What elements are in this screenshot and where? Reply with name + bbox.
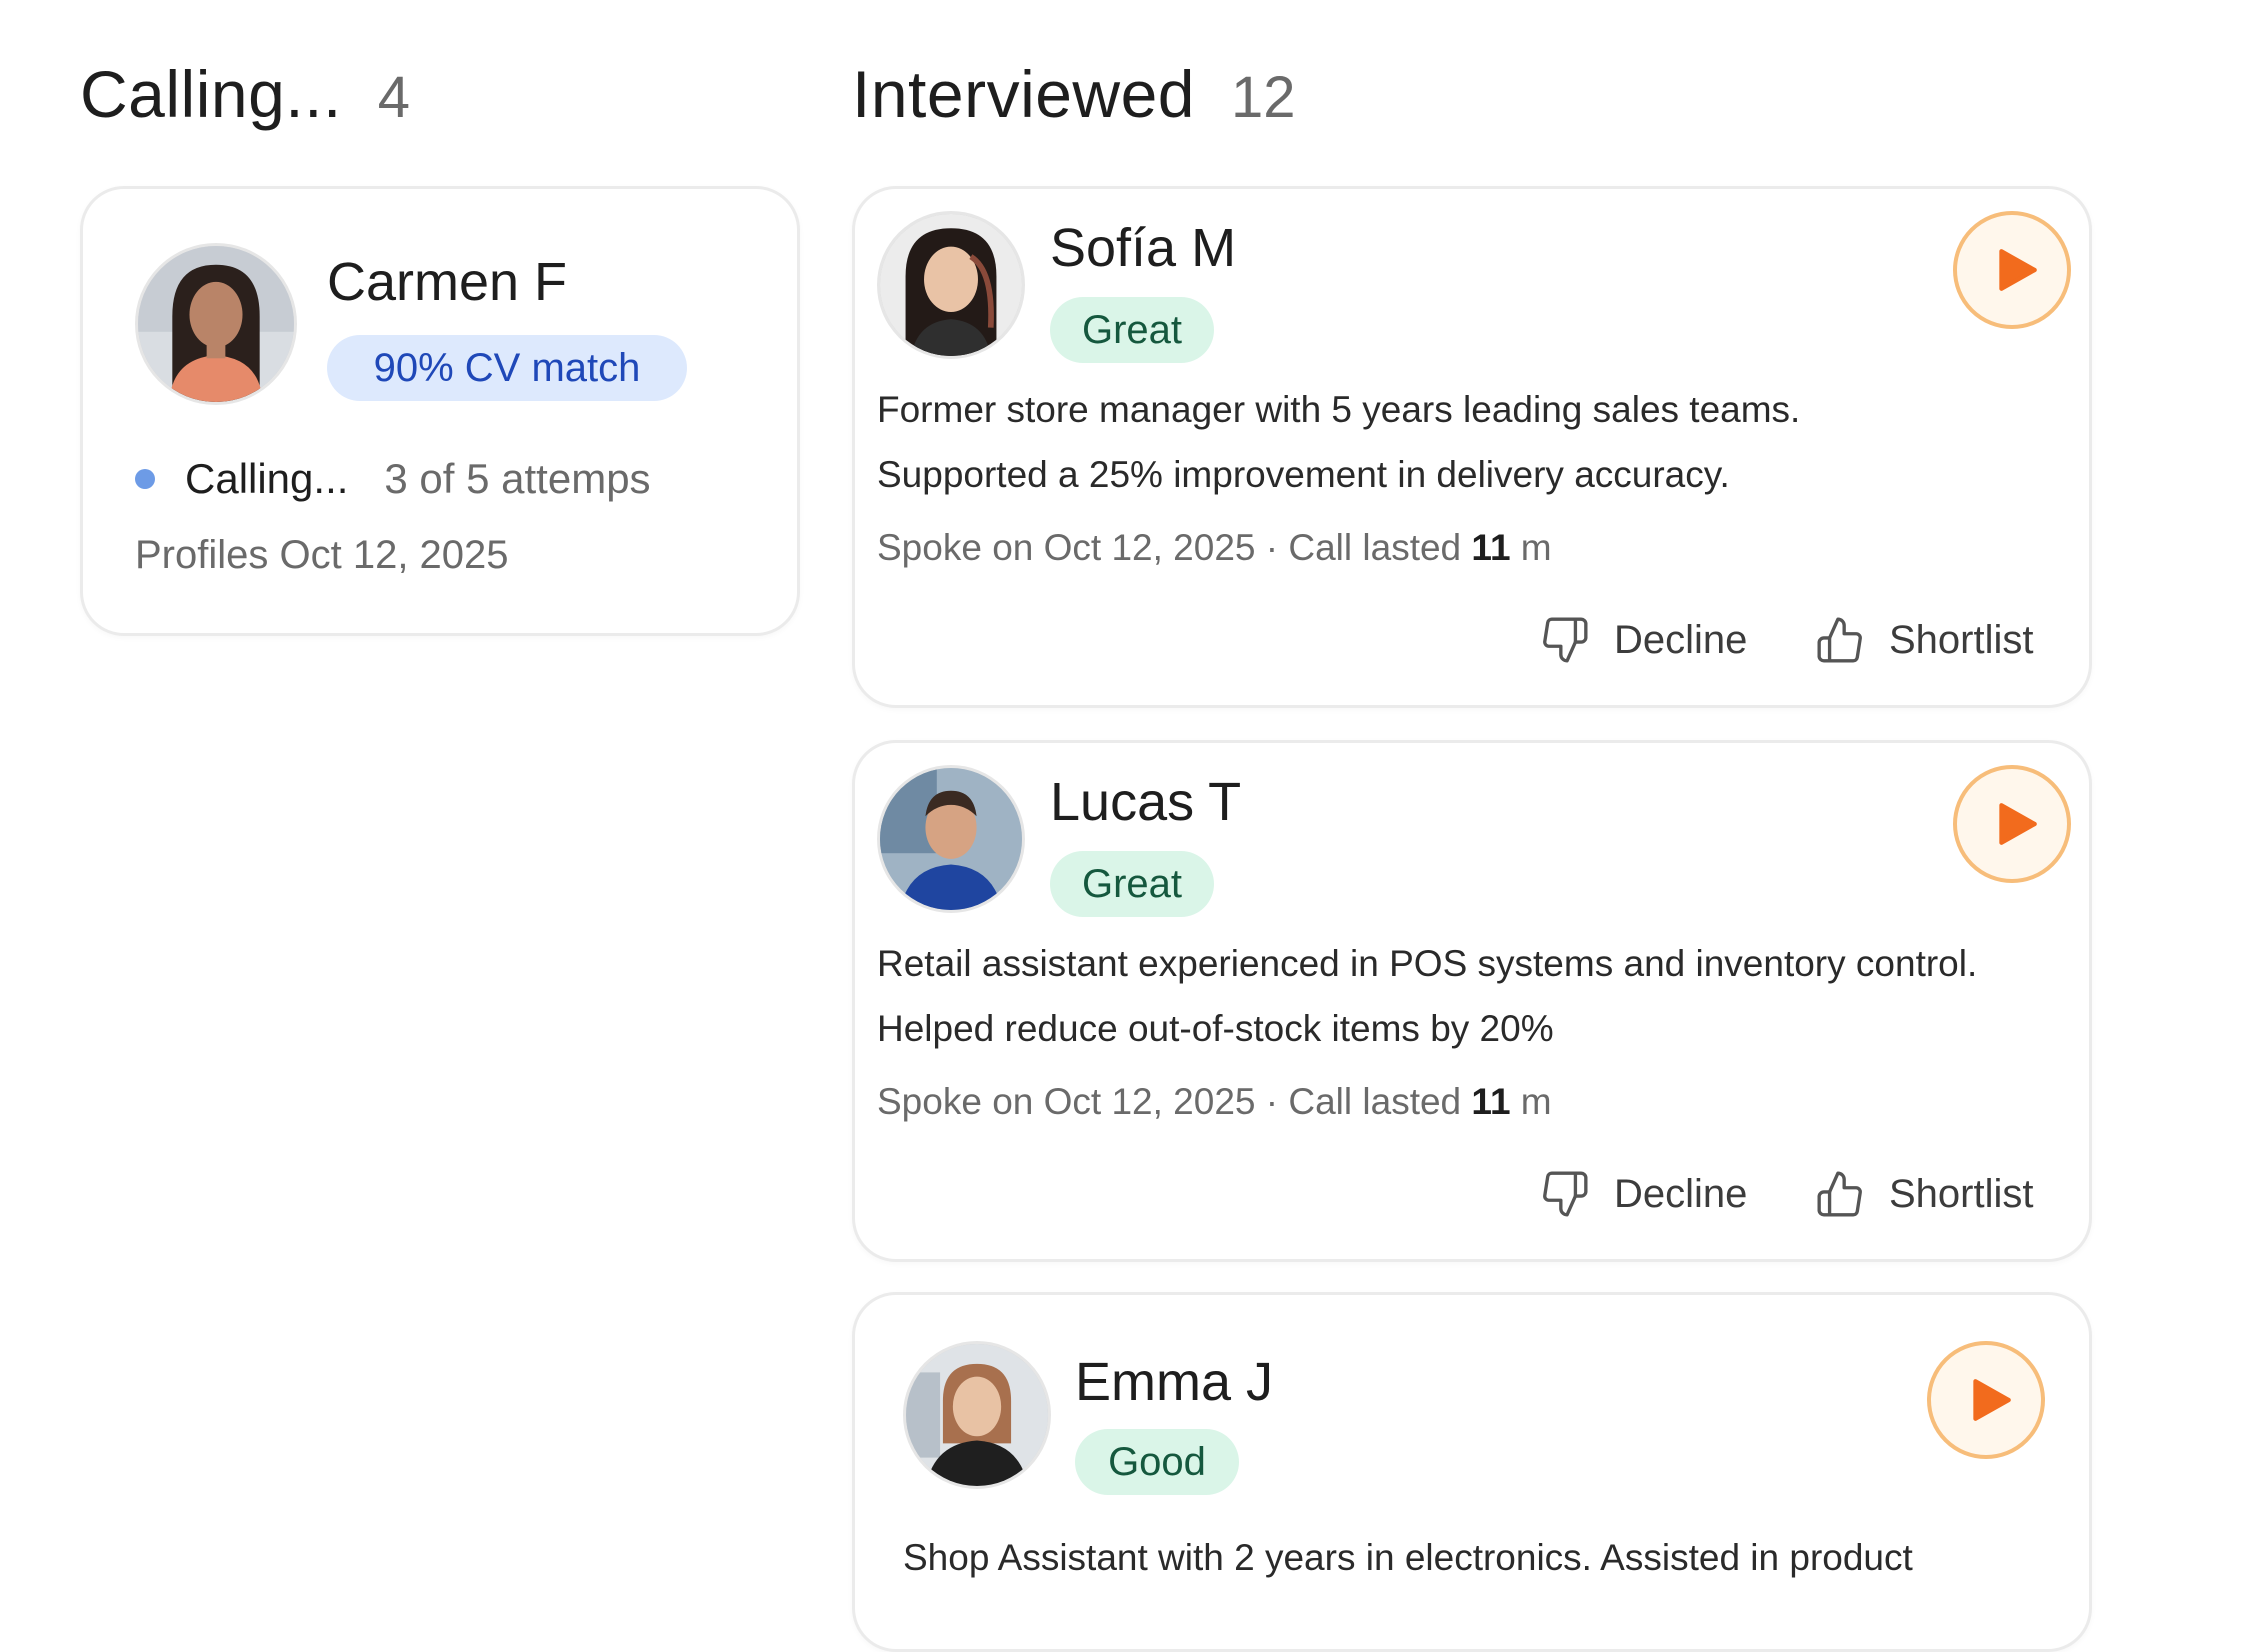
candidate-name: Emma J <box>1075 1352 1274 1412</box>
thumbs-down-icon <box>1540 1169 1590 1219</box>
calling-column-header: Calling... 4 <box>80 56 410 132</box>
shortlist-button[interactable]: Shortlist <box>1815 615 2034 665</box>
attempts-count: 3 of 5 attemps <box>384 455 651 502</box>
candidate-avatar <box>135 243 297 405</box>
status-dot-icon <box>135 469 155 489</box>
summary-line: Former store manager with 5 years leadin… <box>877 389 1801 430</box>
decline-label: Decline <box>1614 1171 1748 1216</box>
candidate-summary: Shop Assistant with 2 years in electroni… <box>903 1525 1913 1590</box>
summary-line: Supported a 25% improvement in delivery … <box>877 454 1730 495</box>
avatar-man-blue-polo-icon <box>880 768 1022 910</box>
interviewed-column-title: Interviewed <box>852 57 1196 131</box>
rating-badge: Good <box>1075 1429 1239 1495</box>
decline-button[interactable]: Decline <box>1540 1169 1747 1219</box>
play-icon <box>1999 803 2037 845</box>
thumbs-down-icon <box>1540 615 1590 665</box>
play-recording-button[interactable] <box>1953 765 2071 883</box>
cv-match-badge: 90% CV match <box>327 335 687 401</box>
candidate-card-sofia[interactable]: Sofía M Great Former store manager with … <box>852 186 2092 708</box>
call-meta: Spoke on Oct 12, 2025 · Call lasted 11 m <box>877 527 1552 569</box>
candidate-name: Sofía M <box>1050 218 1237 278</box>
candidate-card-emma[interactable]: Emma J Good Shop Assistant with 2 years … <box>852 1292 2092 1652</box>
decline-button[interactable]: Decline <box>1540 615 1747 665</box>
call-duration-unit: m <box>1510 1081 1552 1122</box>
calling-column-count: 4 <box>377 65 411 130</box>
call-meta-text: Spoke on Oct 12, 2025 · Call lasted <box>877 527 1472 568</box>
shortlist-label: Shortlist <box>1889 1171 2034 1216</box>
play-recording-button[interactable] <box>1927 1341 2045 1459</box>
avatar-woman-asian-icon <box>880 214 1022 356</box>
calling-status-row: Calling... 3 of 5 attemps <box>135 455 651 503</box>
summary-line: Helped reduce out-of-stock items by 20% <box>877 1008 1554 1049</box>
candidate-name: Lucas T <box>1050 772 1242 832</box>
candidate-summary: Former store manager with 5 years leadin… <box>877 377 1800 507</box>
call-duration: 11 <box>1471 1081 1511 1122</box>
status-label: Calling... <box>185 455 349 502</box>
interviewed-column-header: Interviewed 12 <box>852 56 1296 132</box>
play-icon <box>1999 249 2037 291</box>
thumbs-up-icon <box>1815 1169 1865 1219</box>
candidate-card-carmen[interactable]: Carmen F 90% CV match Calling... 3 of 5 … <box>80 186 800 636</box>
thumbs-up-icon <box>1815 615 1865 665</box>
interviewed-column-count: 12 <box>1231 65 1296 130</box>
candidate-summary: Retail assistant experienced in POS syst… <box>877 931 1977 1061</box>
calling-column-title: Calling... <box>80 57 342 131</box>
call-duration-unit: m <box>1510 527 1552 568</box>
candidate-avatar <box>903 1341 1051 1489</box>
rating-badge: Great <box>1050 297 1214 363</box>
decline-label: Decline <box>1614 617 1748 662</box>
shortlist-button[interactable]: Shortlist <box>1815 1169 2034 1219</box>
summary-line: Retail assistant experienced in POS syst… <box>877 943 1978 984</box>
shortlist-label: Shortlist <box>1889 617 2034 662</box>
play-icon <box>1973 1379 2011 1421</box>
call-meta: Spoke on Oct 12, 2025 · Call lasted 11 m <box>877 1081 1552 1123</box>
candidate-avatar <box>877 211 1025 359</box>
avatar-woman-dark-hair-icon <box>138 246 294 402</box>
candidate-card-lucas[interactable]: Lucas T Great Retail assistant experienc… <box>852 740 2092 1262</box>
play-recording-button[interactable] <box>1953 211 2071 329</box>
rating-badge: Great <box>1050 851 1214 917</box>
candidate-name: Carmen F <box>327 252 568 312</box>
summary-line: Shop Assistant with 2 years in electroni… <box>903 1537 1913 1578</box>
call-meta-text: Spoke on Oct 12, 2025 · Call lasted <box>877 1081 1472 1122</box>
call-duration: 11 <box>1471 527 1511 568</box>
profiles-date: Profiles Oct 12, 2025 <box>135 533 509 577</box>
avatar-woman-blonde-icon <box>906 1344 1048 1486</box>
candidate-avatar <box>877 765 1025 913</box>
